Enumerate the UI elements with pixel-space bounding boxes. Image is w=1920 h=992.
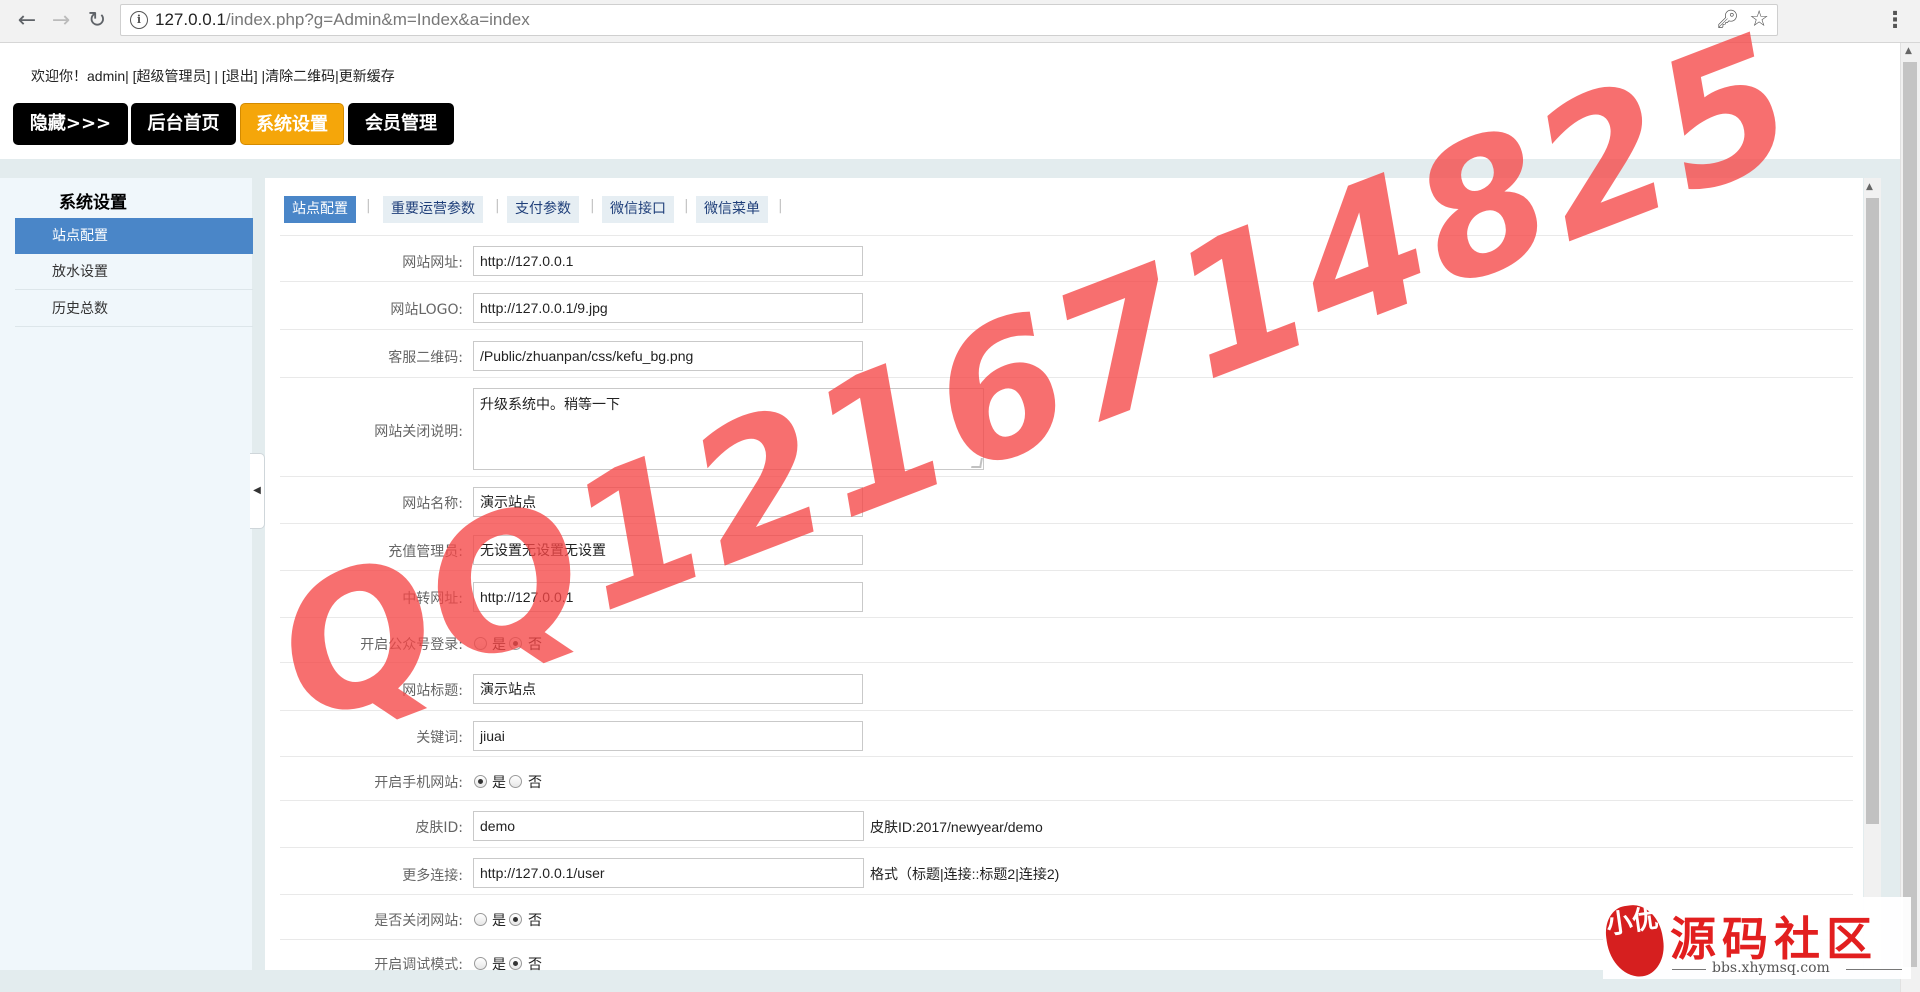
sidebar-item-site-config[interactable]: 站点配置 — [15, 218, 253, 254]
tab-operation-params[interactable]: 重要运营参数 — [383, 196, 483, 223]
row-divider — [280, 235, 1853, 236]
relay-url-input[interactable]: http://127.0.0.1 — [473, 582, 863, 612]
site-logo-label: 网站LOGO: — [390, 302, 463, 318]
wechat-login-no-radio[interactable] — [509, 637, 522, 650]
address-bar[interactable]: i 127.0.0.1/index.php?g=Admin&m=Index&a=… — [120, 4, 1778, 36]
page-scroll-up-arrow-icon[interactable]: ▲ — [1905, 46, 1912, 56]
admin-home-button[interactable]: 后台首页 — [131, 103, 236, 145]
site-url-label: 网站网址: — [402, 255, 463, 271]
tab-separator: | — [366, 198, 371, 214]
mobile-site-yes-label: 是 — [492, 775, 506, 791]
scroll-up-arrow-icon[interactable]: ▲ — [1866, 182, 1873, 192]
row-divider — [280, 800, 1853, 801]
close-desc-label: 网站关闭说明: — [374, 424, 463, 440]
sidebar-item-release-settings[interactable]: 放水设置 — [15, 254, 253, 290]
recharge-admin-label: 充值管理员: — [388, 544, 463, 560]
site-logo-input[interactable]: http://127.0.0.1/9.jpg — [473, 293, 863, 323]
wechat-login-label: 开启公众号登录: — [360, 637, 463, 653]
hide-sidebar-button[interactable]: 隐藏>>> — [13, 103, 128, 145]
row-divider — [280, 377, 1853, 378]
recharge-admin-input[interactable]: 无设置无设置无设置 — [473, 535, 863, 565]
tab-wechat-api[interactable]: 微信接口 — [602, 196, 674, 223]
row-divider — [280, 847, 1853, 848]
row-divider — [280, 662, 1853, 663]
debug-mode-yes-label: 是 — [492, 957, 506, 973]
reload-icon[interactable]: ↻ — [84, 8, 110, 34]
debug-mode-no-label: 否 — [528, 957, 542, 973]
sidebar-title: 系统设置 — [59, 193, 127, 213]
tab-payment-params[interactable]: 支付参数 — [507, 196, 579, 223]
close-site-yes-radio[interactable] — [474, 913, 487, 926]
site-title-label: 网站标题: — [402, 683, 463, 699]
site-title-input[interactable]: 演示站点 — [473, 674, 863, 704]
mobile-site-label: 开启手机网站: — [374, 775, 463, 791]
row-divider — [280, 523, 1853, 524]
logo-rule — [1846, 969, 1902, 970]
row-divider — [280, 281, 1853, 282]
resize-grip-icon[interactable] — [971, 458, 983, 468]
sidebar-item-history-totals[interactable]: 历史总数 — [15, 291, 253, 327]
wechat-login-no-label: 否 — [528, 637, 542, 653]
skin-id-label: 皮肤ID: — [415, 820, 463, 836]
system-settings-button[interactable]: 系统设置 — [240, 103, 344, 145]
wechat-login-yes-label: 是 — [492, 637, 506, 653]
kefu-qrcode-label: 客服二维码: — [388, 350, 463, 366]
url-host: 127.0.0.1 — [155, 10, 226, 29]
row-divider — [280, 329, 1853, 330]
row-divider — [280, 476, 1853, 477]
back-arrow-icon[interactable]: ← — [14, 8, 40, 34]
tab-separator: | — [684, 198, 689, 214]
forward-arrow-icon[interactable]: → — [48, 8, 74, 34]
site-url-input[interactable]: http://127.0.0.1 — [473, 246, 863, 276]
info-icon[interactable]: i — [130, 11, 148, 29]
debug-mode-yes-radio[interactable] — [474, 957, 487, 970]
skin-id-hint: 皮肤ID:2017/newyear/demo — [870, 819, 1043, 835]
relay-url-label: 中转网址: — [402, 591, 463, 607]
kefu-qrcode-input[interactable]: /Public/zhuanpan/css/kefu_bg.png — [473, 341, 863, 371]
header-divider — [0, 159, 1900, 178]
row-divider — [280, 710, 1853, 711]
url-text: 127.0.0.1/index.php?g=Admin&m=Index&a=in… — [155, 10, 530, 30]
browser-menu-icon[interactable]: ⋮ — [1884, 8, 1906, 34]
row-divider — [280, 756, 1853, 757]
tab-separator: | — [495, 198, 500, 214]
close-site-no-radio[interactable] — [509, 913, 522, 926]
mobile-site-no-label: 否 — [528, 775, 542, 791]
row-divider — [280, 570, 1853, 571]
close-site-label: 是否关闭网站: — [374, 913, 463, 929]
collapse-sidebar-icon[interactable]: ◀ — [250, 453, 265, 529]
close-desc-textarea[interactable]: 升级系统中。稍等一下 — [473, 388, 984, 470]
logo-rule — [1672, 969, 1706, 970]
content-scroll-thumb[interactable] — [1866, 198, 1879, 824]
more-links-label: 更多连接: — [402, 868, 463, 884]
debug-mode-label: 开启调试模式: — [374, 957, 463, 973]
bookmark-star-icon[interactable]: ☆ — [1749, 7, 1769, 32]
mobile-site-no-radio[interactable] — [509, 775, 522, 788]
tab-separator: | — [590, 198, 595, 214]
close-desc-text: 升级系统中。稍等一下 — [480, 397, 620, 413]
more-links-hint: 格式（标题|连接::标题2|连接2) — [870, 866, 1060, 882]
debug-mode-no-radio[interactable] — [509, 957, 522, 970]
close-site-no-label: 否 — [528, 913, 542, 929]
page-scroll-thumb[interactable] — [1903, 62, 1917, 967]
keywords-input[interactable]: jiuai — [473, 721, 863, 751]
url-path: /index.php?g=Admin&m=Index&a=index — [225, 10, 530, 29]
mobile-site-yes-radio[interactable] — [474, 775, 487, 788]
row-divider — [280, 617, 1853, 618]
wechat-login-yes-radio[interactable] — [474, 637, 487, 650]
logo-url: bbs.xhymsq.com — [1712, 960, 1830, 976]
tab-site-config[interactable]: 站点配置 — [284, 196, 356, 223]
row-divider — [280, 894, 1853, 895]
member-management-button[interactable]: 会员管理 — [348, 103, 454, 145]
more-links-input[interactable]: http://127.0.0.1/user — [473, 858, 864, 888]
keywords-label: 关键词: — [416, 730, 463, 746]
skin-id-input[interactable]: demo — [473, 811, 864, 841]
close-site-yes-label: 是 — [492, 913, 506, 929]
site-name-label: 网站名称: — [402, 496, 463, 512]
site-name-input[interactable]: 演示站点 — [473, 487, 863, 517]
tab-wechat-menu[interactable]: 微信菜单 — [696, 196, 768, 223]
welcome-bar[interactable]: 欢迎你！admin| [超级管理员] | [退出] |清除二维码|更新缓存 — [31, 66, 395, 86]
key-icon[interactable]: 🔑︎ — [1716, 9, 1739, 30]
tab-separator: | — [778, 198, 783, 214]
